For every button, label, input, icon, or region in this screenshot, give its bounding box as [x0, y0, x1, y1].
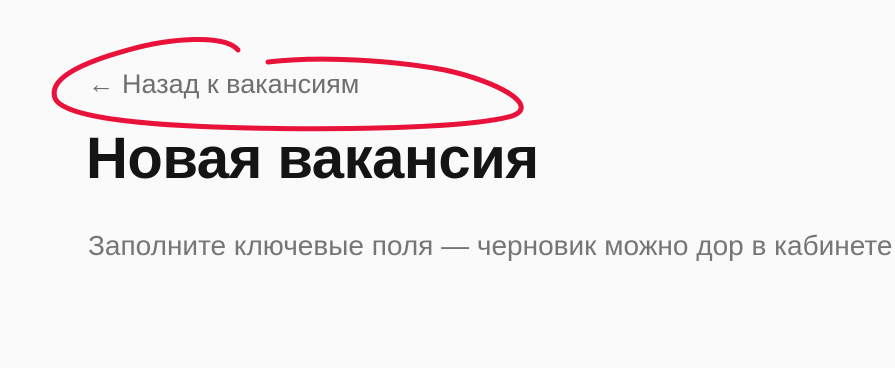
page-title: Новая вакансия	[86, 126, 539, 191]
back-link-label: Назад к вакансиям	[122, 69, 360, 99]
left-arrow-icon: ←	[88, 69, 114, 99]
page-subtitle: Заполните ключевые поля — черновик можно…	[88, 230, 895, 261]
back-to-vacancies-link[interactable]: ← Назад к вакансиям	[88, 68, 359, 100]
